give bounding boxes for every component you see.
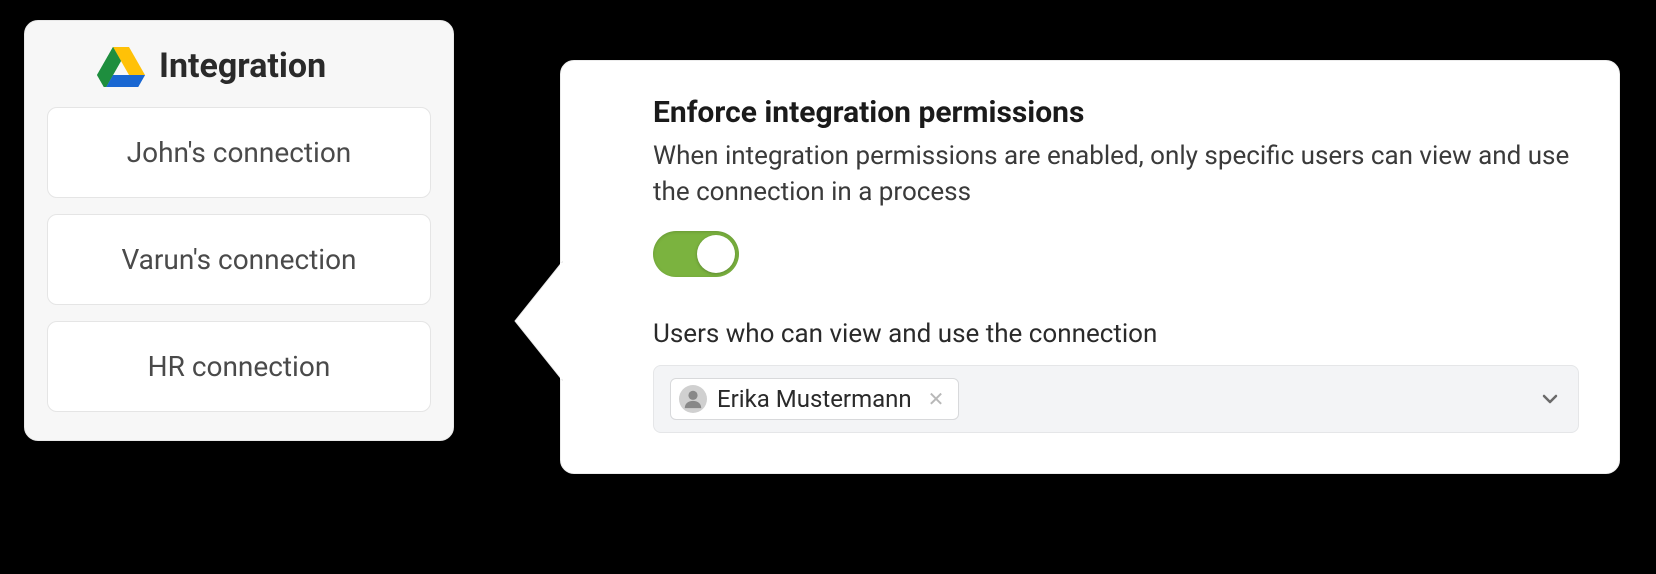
user-chip: Erika Mustermann ✕ — [670, 378, 959, 420]
avatar-icon — [679, 385, 707, 413]
chevron-down-icon[interactable] — [1538, 387, 1562, 411]
connection-label: Varun's connection — [121, 243, 356, 276]
permissions-toggle[interactable] — [653, 231, 739, 277]
google-drive-icon — [97, 45, 145, 87]
connection-label: John's connection — [127, 136, 352, 169]
user-select[interactable]: Erika Mustermann ✕ — [653, 365, 1579, 433]
connection-label: HR connection — [148, 350, 331, 383]
connection-item-john[interactable]: John's connection — [47, 107, 431, 198]
close-icon[interactable]: ✕ — [922, 389, 947, 409]
integration-panel: Integration John's connection Varun's co… — [24, 20, 454, 441]
connection-list: John's connection Varun's connection HR … — [47, 107, 431, 412]
permissions-panel: Enforce integration permissions When int… — [560, 60, 1620, 474]
integration-header: Integration — [47, 45, 431, 87]
permissions-description: When integration permissions are enabled… — [653, 138, 1579, 211]
toggle-knob — [697, 235, 735, 273]
connection-item-varun[interactable]: Varun's connection — [47, 214, 431, 305]
users-label: Users who can view and use the connectio… — [653, 319, 1579, 349]
user-chip-name: Erika Mustermann — [717, 385, 912, 413]
permissions-title: Enforce integration permissions — [653, 95, 1579, 130]
integration-title: Integration — [159, 46, 326, 86]
connection-item-hr[interactable]: HR connection — [47, 321, 431, 412]
